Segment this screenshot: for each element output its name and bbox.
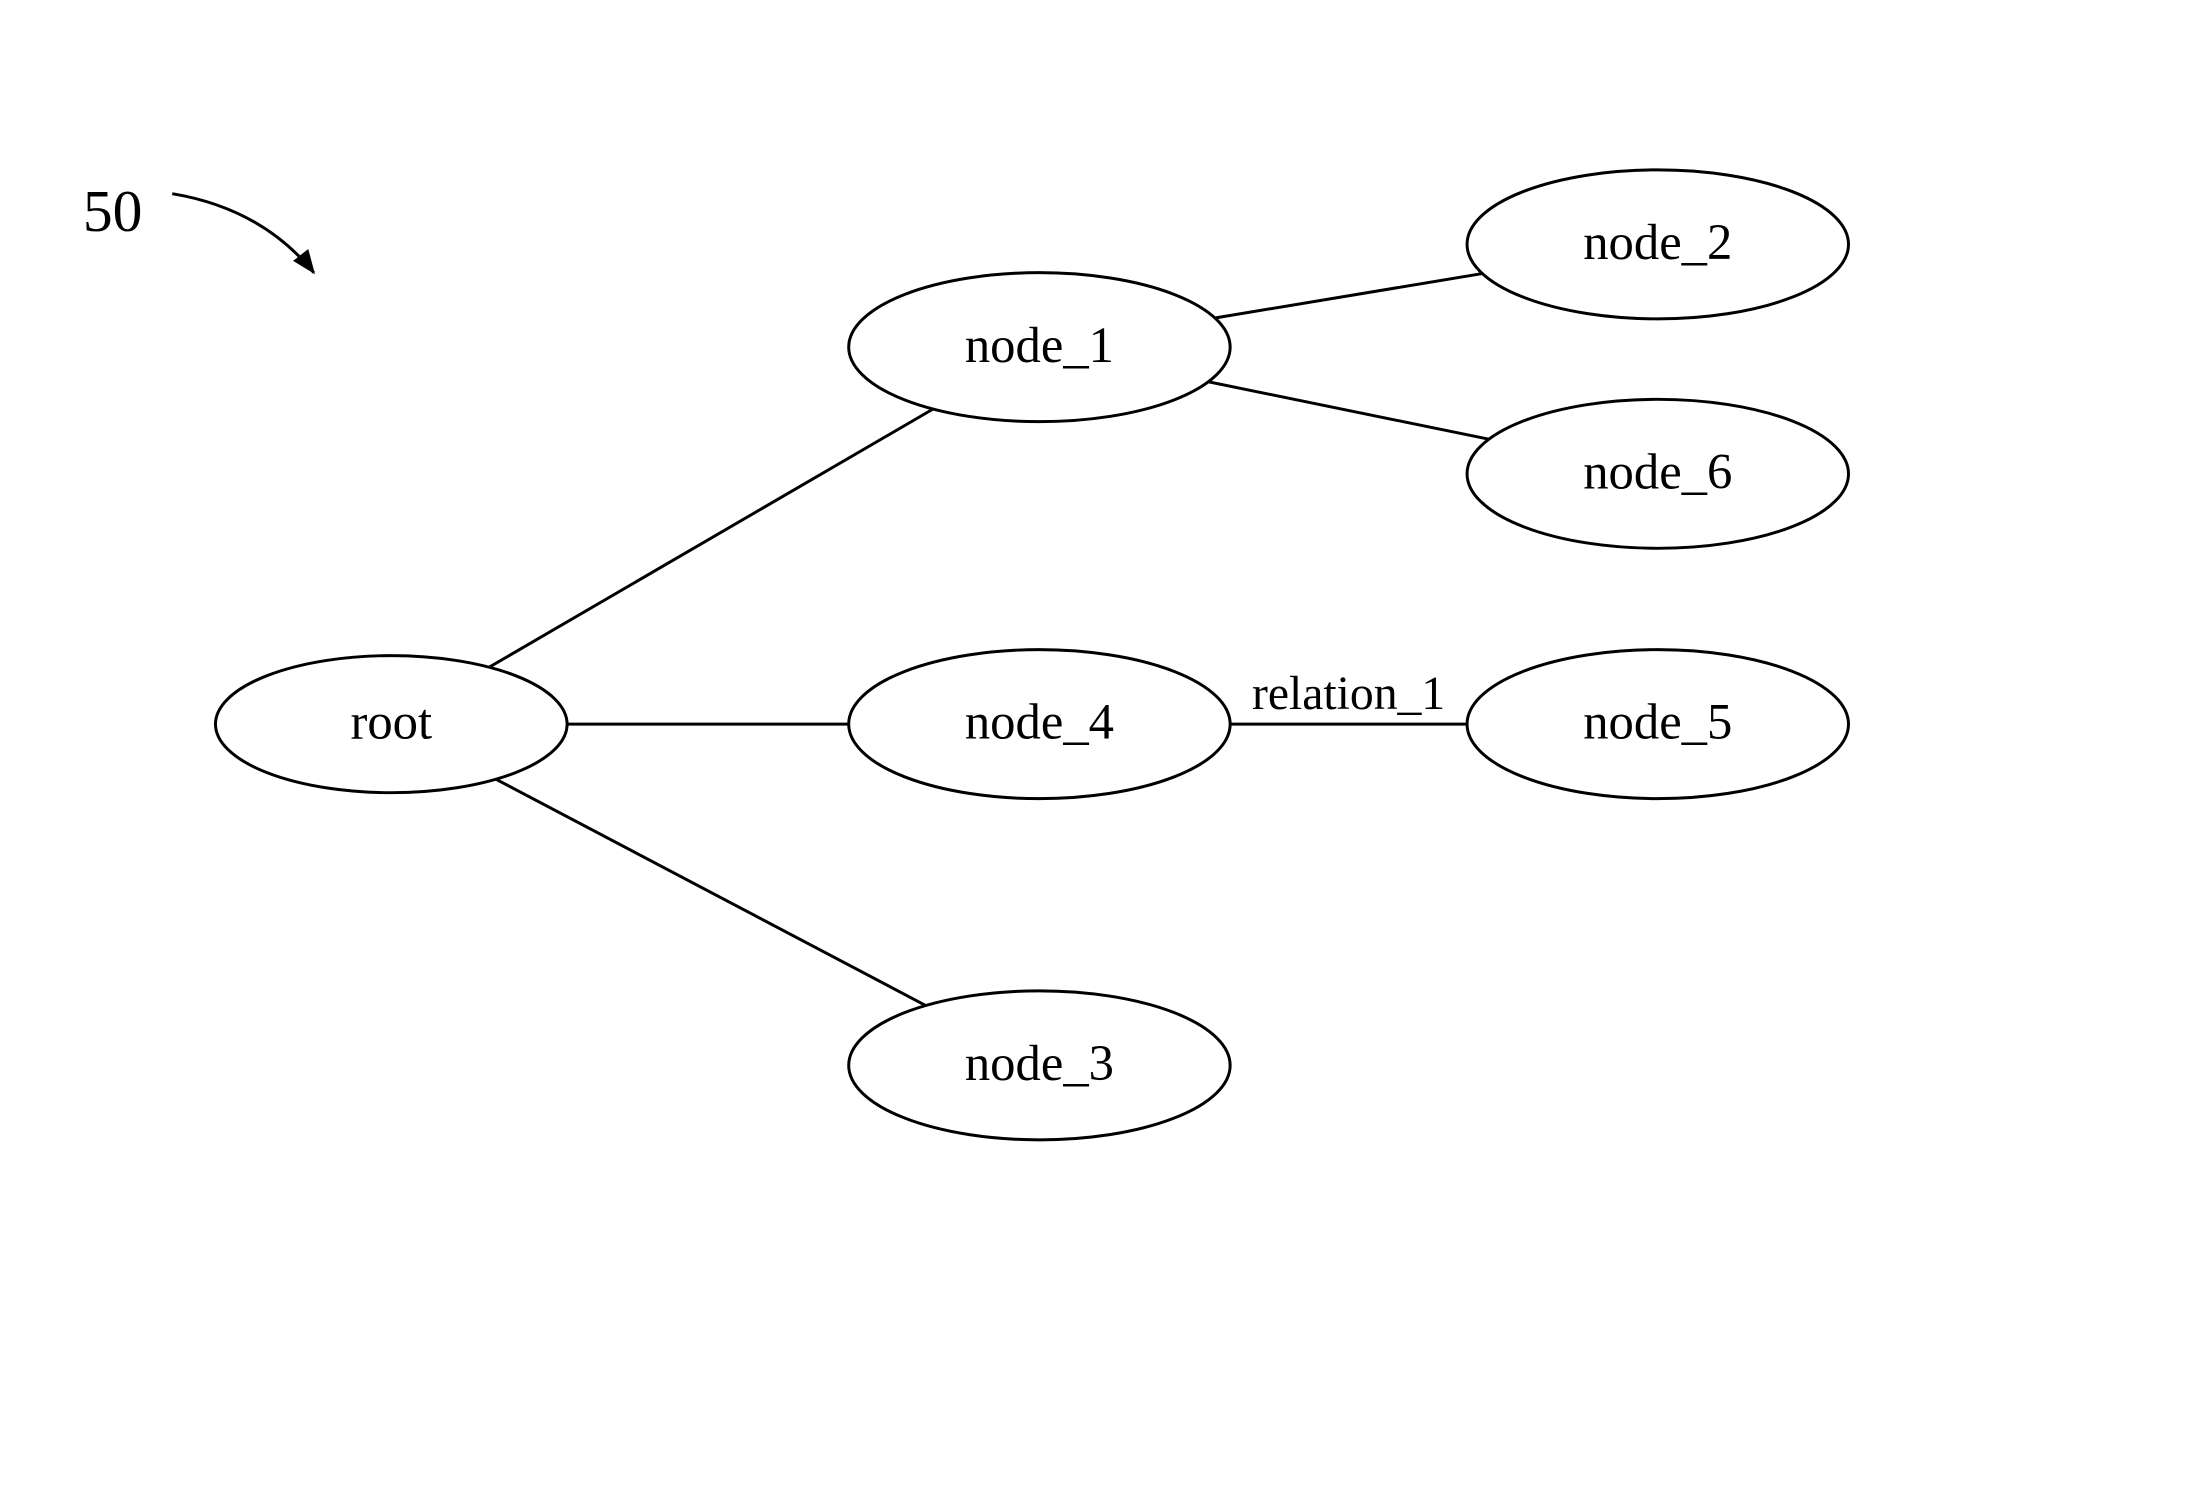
node-label-node_5: node_5	[1583, 694, 1732, 750]
node-node_1: node_1	[849, 273, 1230, 422]
edge-label-node_4-node_5: relation_1	[1252, 668, 1445, 720]
node-node_5: node_5	[1467, 650, 1848, 799]
node-label-node_1: node_1	[965, 317, 1114, 373]
edge-node_1-node_6	[1208, 382, 1489, 439]
nodes-group: root node_1 node_2 node_3 node_4 node_5 node_6	[215, 170, 1848, 1140]
node-node_6: node_6	[1467, 399, 1848, 548]
node-label-node_4: node_4	[965, 694, 1114, 750]
node-node_4: node_4	[849, 650, 1230, 799]
node-label-root: root	[350, 694, 432, 750]
node-node_2: node_2	[1467, 170, 1848, 319]
edge-root-node_1	[489, 409, 933, 667]
node-label-node_6: node_6	[1583, 443, 1732, 499]
edges-group: relation_1	[489, 274, 1489, 1006]
callout-arrow-path	[172, 194, 314, 273]
edge-root-node_3	[496, 779, 926, 1005]
node-label-node_2: node_2	[1583, 214, 1732, 270]
node-root: root	[215, 656, 567, 793]
node-label-node_3: node_3	[965, 1035, 1114, 1091]
tree-diagram: 50 relation_1 root node_1 node_2 node_3 node…	[0, 0, 2207, 1490]
figure-number: 50	[83, 178, 143, 244]
figure-callout: 50	[83, 178, 314, 273]
node-node_3: node_3	[849, 991, 1230, 1140]
edge-node_1-node_2	[1215, 274, 1482, 318]
